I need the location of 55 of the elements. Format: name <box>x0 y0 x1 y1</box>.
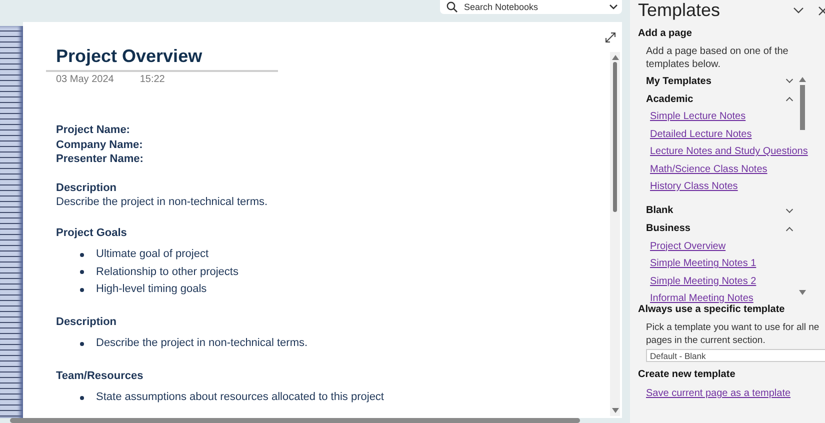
bullet-icon <box>80 342 84 346</box>
bullet-icon <box>80 270 84 274</box>
section-heading: Always use a specific template <box>638 304 786 315</box>
group-label[interactable]: Business <box>646 223 690 234</box>
group-label[interactable]: My Templates <box>646 76 712 86</box>
section-heading: Add a page <box>638 28 693 39</box>
template-link[interactable]: Project Overview <box>650 238 726 254</box>
search-input[interactable]: Search Notebooks <box>464 2 603 12</box>
scroll-down-icon[interactable] <box>612 408 618 413</box>
group-label[interactable]: Academic <box>646 94 694 104</box>
template-link[interactable]: Detailed Lecture Notes <box>650 126 752 142</box>
section-heading: Description <box>56 314 118 329</box>
section-heading: Project Goals <box>56 226 128 240</box>
bullet-text: High-level timing goals <box>96 282 207 297</box>
template-link[interactable]: Simple Meeting Notes 2 <box>650 274 756 289</box>
template-dropdown[interactable]: Default - Blank <box>646 349 825 362</box>
save-template-link[interactable]: Save current page as a template <box>646 386 791 402</box>
section-heading: Create new template <box>638 369 736 380</box>
field-label: Company Name: <box>56 138 144 152</box>
section-text: Describe the project in non-technical terms. <box>56 195 269 210</box>
field-label: Presenter Name: <box>56 152 144 166</box>
vertical-scrollbar[interactable] <box>610 52 620 416</box>
template-link[interactable]: Simple Lecture Notes <box>650 109 746 124</box>
page-title: Project Overview <box>56 46 202 67</box>
page-time: 15:22 <box>140 74 165 85</box>
scroll-up-icon[interactable] <box>612 55 618 60</box>
description-text: Add a page based on one of the templates below. <box>646 45 790 71</box>
scroll-up-icon[interactable] <box>799 77 806 82</box>
horizontal-scrollbar[interactable] <box>10 418 580 423</box>
bullet-text: Relationship to other projects <box>96 264 238 280</box>
search-field[interactable]: Search Notebooks <box>440 0 622 14</box>
chevron-down-icon[interactable] <box>609 4 618 10</box>
description-text: Pick a template you want to use for all ne <box>646 321 820 334</box>
section-heading: Team/Resources <box>56 368 144 383</box>
page-date: 03 May 2024 <box>56 74 114 85</box>
description-text: pages in the current section. <box>646 334 766 347</box>
template-link[interactable]: Lecture Notes and Study Questions <box>650 144 808 160</box>
template-link[interactable]: Simple Meeting Notes 1 <box>650 256 756 272</box>
bullet-text: Ultimate goal of project <box>96 247 208 262</box>
bullet-icon <box>80 252 84 257</box>
field-label: Project Name: <box>56 123 131 138</box>
template-link[interactable]: History Class Notes <box>650 179 738 194</box>
bullet-text: State assumptions about resources allocated to this project <box>96 390 384 405</box>
close-icon[interactable] <box>818 6 825 16</box>
group-label[interactable]: Blank <box>646 205 674 216</box>
search-icon <box>446 1 458 13</box>
bullet-icon <box>80 288 84 292</box>
scroll-down-icon[interactable] <box>799 290 806 295</box>
bullet-icon <box>80 396 84 400</box>
chevron-down-icon[interactable] <box>793 7 804 14</box>
expand-icon[interactable] <box>605 32 616 43</box>
section-heading: Description <box>56 180 118 195</box>
pane-title: Templates <box>638 0 722 21</box>
bullet-text: Describe the project in non-technical terms. <box>96 336 308 351</box>
template-link[interactable]: Math/Science Class Notes <box>650 162 768 177</box>
